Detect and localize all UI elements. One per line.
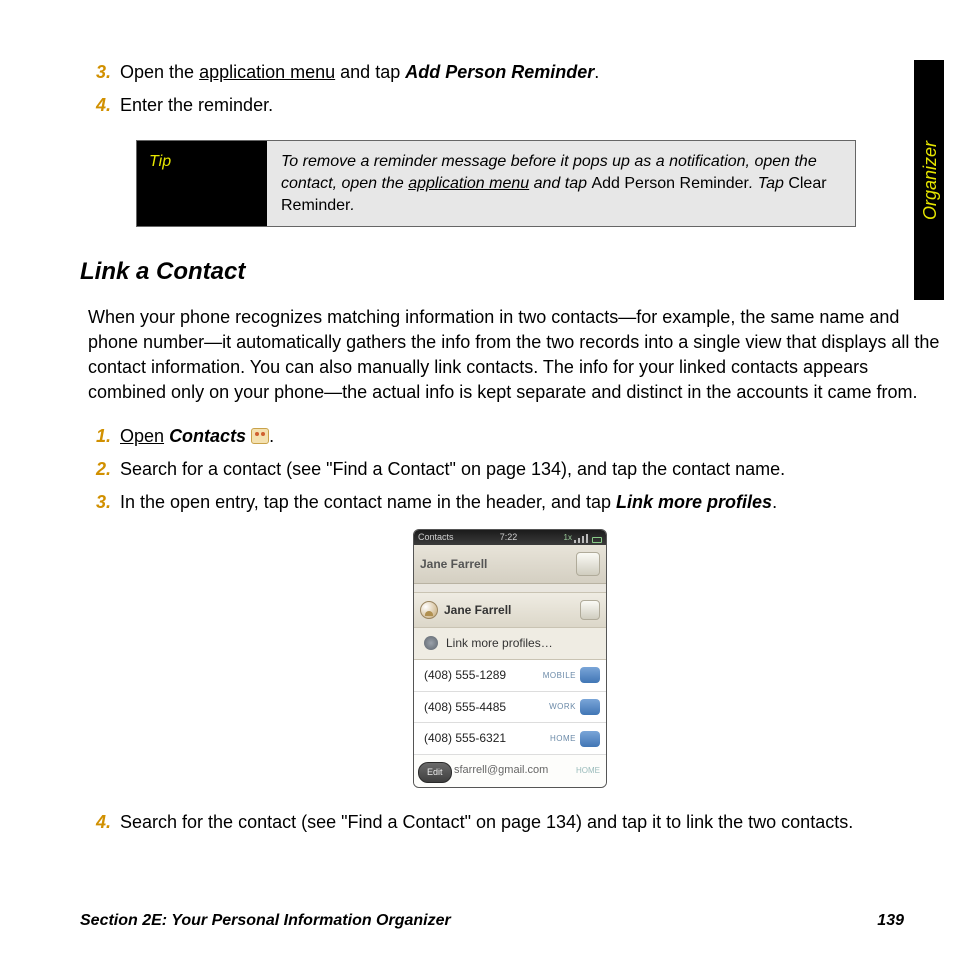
phone-contact-name: Jane Farrell [420,556,487,573]
tip-box: Tip To remove a reminder message before … [136,140,856,227]
phone-email: sfarrell@gmail.com [454,763,548,778]
phone-contact-header[interactable]: Jane Farrell [414,545,606,584]
footer-section: Section 2E: Your Personal Information Or… [80,910,451,932]
battery-icon [592,537,602,543]
tip-body: To remove a reminder message before it p… [267,141,855,226]
phone-type: MOBILE [543,670,576,681]
step-text: Enter the reminder. [120,95,273,115]
step-number: 3. [96,490,111,515]
section-heading: Link a Contact [80,255,940,289]
phone-number-row[interactable]: (408) 555-6321 HOME [414,723,606,755]
step-number: 3. [96,60,111,85]
phone-photo-placeholder[interactable] [576,552,600,576]
link-step-2: 2. Search for a contact (see "Find a Con… [102,457,940,482]
link-steps: 1. Open Contacts . 2. Search for a conta… [80,424,940,516]
step-text: Search for the contact (see "Find a Cont… [120,812,853,832]
avatar-icon [420,601,438,619]
link-step-4: 4. Search for the contact (see "Find a C… [102,810,940,835]
link-icon [424,636,438,650]
link-more-profiles-row[interactable]: Link more profiles… [414,628,606,660]
signal-icon: 1x [564,532,602,543]
tip-label: Tip [137,141,267,226]
continued-steps: 3. Open the application menu and tap Add… [80,60,940,118]
step-text: In the open entry, tap the contact name … [120,492,777,512]
application-menu-link[interactable]: application menu [199,62,335,82]
phone-status-bar: Contacts 7:22 1x [414,530,606,545]
phone-photo-placeholder [580,600,600,620]
phone-type: HOME [550,733,576,744]
phone-number: (408) 555-6321 [424,730,546,747]
contacts-icon [251,428,269,444]
link-step-1: 1. Open Contacts . [102,424,940,449]
phone-screenshot: Contacts 7:22 1x Jane Farrell Jane Farre… [413,529,607,788]
phone-email-row[interactable]: Edit sfarrell@gmail.com HOME [414,755,606,786]
step-text: Open Contacts . [120,426,274,446]
phone-type: WORK [549,701,576,712]
phone-time: 7:22 [500,531,518,544]
step-4: 4. Enter the reminder. [102,93,940,118]
phone-email-type: HOME [576,765,600,776]
step-text: Open the application menu and tap Add Pe… [120,62,599,82]
phone-profile-row[interactable]: Jane Farrell [414,592,606,628]
step-number: 2. [96,457,111,482]
link-more-label: Link more profiles… [446,635,553,652]
step-3: 3. Open the application menu and tap Add… [102,60,940,85]
edit-button[interactable]: Edit [418,762,452,783]
open-link[interactable]: Open [120,426,164,446]
link-step-3: 3. In the open entry, tap the contact na… [102,490,940,515]
phone-number-row[interactable]: (408) 555-4485 WORK [414,692,606,724]
page-footer: Section 2E: Your Personal Information Or… [80,910,904,932]
footer-page: 139 [877,910,904,932]
sms-icon[interactable] [580,667,600,683]
sms-icon[interactable] [580,699,600,715]
phone-app-name: Contacts [418,531,454,544]
step-number: 1. [96,424,111,449]
step-number: 4. [96,810,111,835]
step-text: Search for a contact (see "Find a Contac… [120,459,785,479]
phone-profile-name: Jane Farrell [444,602,574,619]
phone-number: (408) 555-1289 [424,667,539,684]
sms-icon[interactable] [580,731,600,747]
phone-number: (408) 555-4485 [424,699,545,716]
phone-number-row[interactable]: (408) 555-1289 MOBILE [414,660,606,692]
step-number: 4. [96,93,111,118]
application-menu-link[interactable]: application menu [408,175,529,192]
link-steps-cont: 4. Search for the contact (see "Find a C… [80,810,940,835]
section-paragraph: When your phone recognizes matching info… [88,305,940,406]
